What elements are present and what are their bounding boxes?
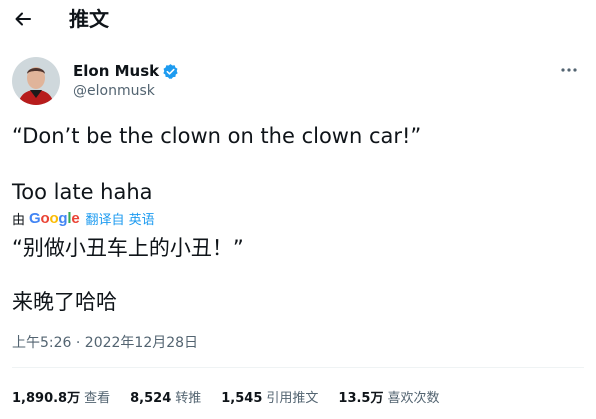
engagement-stats: 1,890.8万 查看 8,524 转推 1,545 引用推文 13.5万 喜欢…: [12, 386, 460, 406]
divider: [12, 367, 584, 368]
stat-label: 喜欢次数: [387, 390, 440, 406]
user-avatar-photo: [12, 57, 60, 105]
google-logo: Google: [29, 209, 80, 227]
more-horizontal-icon: [561, 68, 577, 72]
tweet-text-line-1: “Don’t be the clown on the clown car!”: [12, 124, 422, 148]
stat-quote-tweets[interactable]: 1,545 引用推文: [221, 387, 318, 406]
more-options-button[interactable]: [558, 62, 580, 78]
stat-value: 8,524: [130, 390, 172, 406]
arrow-left-icon: [15, 12, 31, 26]
translation-attribution: 由 Google 翻译自 英语: [12, 208, 155, 228]
avatar[interactable]: [12, 57, 60, 105]
page-title: 推文: [69, 7, 109, 31]
translated-text-line-1: “别做小丑车上的小丑！”: [12, 236, 244, 260]
author-handle[interactable]: @elonmusk: [73, 81, 155, 101]
author-name-row: Elon Musk: [73, 61, 179, 81]
stat-value: 1,890.8万: [12, 390, 81, 406]
translated-text-line-2: 来晚了哈哈: [12, 290, 117, 314]
stat-label: 查看: [84, 390, 111, 406]
stat-retweets[interactable]: 8,524 转推: [130, 387, 201, 406]
back-button[interactable]: [13, 9, 33, 29]
stat-label: 转推: [175, 390, 202, 406]
tweet-text-line-2: Too late haha: [12, 180, 153, 204]
stat-likes[interactable]: 13.5万 喜欢次数: [338, 387, 439, 406]
stat-value: 13.5万: [338, 390, 384, 406]
tweet-timestamp[interactable]: 上午5:26 · 2022年12月28日: [12, 333, 198, 353]
page-header: 推文: [0, 0, 596, 40]
stat-value: 1,545: [221, 390, 263, 406]
verified-badge-icon: [163, 63, 178, 79]
stat-views[interactable]: 1,890.8万 查看: [12, 387, 110, 406]
translation-source-link[interactable]: 翻译自 英语: [86, 209, 155, 228]
translated-by-label: 由: [12, 212, 26, 228]
stat-label: 引用推文: [266, 390, 319, 406]
author-name[interactable]: Elon Musk: [73, 61, 159, 81]
